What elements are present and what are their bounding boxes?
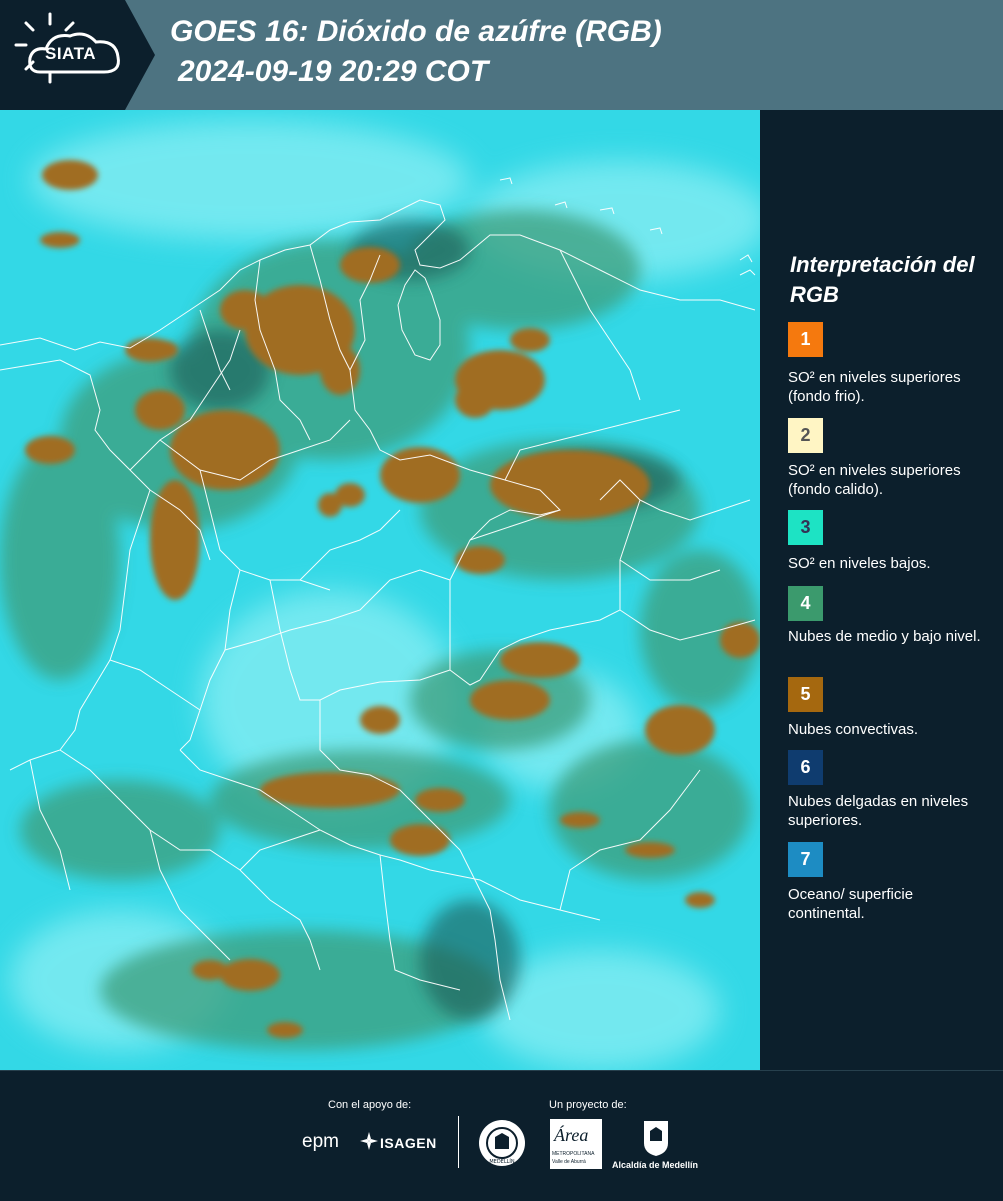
area-logo-sub2: Valle de Aburrá [552,1159,586,1165]
legend-swatch-2: 2 [788,418,823,453]
isagen-logo: ISAGEN [380,1135,437,1151]
legend-label-2: SO² en niveles superiores (fondo calido)… [788,462,961,498]
siata-logo: SIATA [0,0,155,110]
footer-divider [458,1116,459,1168]
project-label: Un proyecto de: [549,1099,627,1111]
siata-logo-text: SIATA [45,44,96,63]
footer: Con el apoyo de: Un proyecto de: epm ISA… [0,1070,1003,1201]
legend-label-1: SO² en niveles superiores (fondo frio). [788,369,961,405]
support-label: Con el apoyo de: [328,1099,412,1111]
legend-title: Interpretación del RGB [790,252,975,307]
legend-swatch-7: 7 [788,842,823,877]
epm-logo: epm [302,1131,339,1152]
legend-label-6: Nubes delgadas en niveles superiores. [788,793,969,829]
seal-ring-text: MEDELLÍN [489,1158,515,1165]
page-title: GOES 16: Dióxido de azúfre (RGB) [170,15,662,48]
legend-label-7: Oceano/ superficie continental. [788,886,914,922]
legend-swatch-4: 4 [788,586,823,621]
legend-swatch-6: 6 [788,750,823,785]
legend-swatch-1: 1 [788,322,823,357]
alcaldia-label: Alcaldía de Medellín [612,1160,699,1170]
area-logo-text: Área [554,1125,589,1145]
page-datetime: 2024-09-19 20:29 COT [178,55,489,88]
legend-label-4: Nubes de medio y bajo nivel. [788,628,981,645]
legend-panel: Interpretación del RGB 1 SO² en niveles … [760,110,1003,1070]
legend-swatch-3: 3 [788,510,823,545]
satellite-map[interactable] [0,110,760,1070]
alcaldia-shield-icon [642,1119,670,1157]
legend-label-3: SO² en niveles bajos. [788,555,931,572]
isagen-icon [360,1132,378,1150]
area-logo-sub: METROPOLITANA [552,1151,595,1157]
legend-label-5: Nubes convectivas. [788,721,919,738]
legend-swatch-5: 5 [788,677,823,712]
header-bar: SIATA GOES 16: Dióxido de azúfre (RGB) 2… [0,0,1003,110]
area-metropolitana-logo: Área METROPOLITANA Valle de Aburrá [550,1119,602,1169]
medellin-seal-icon: MEDELLÍN [478,1119,526,1167]
